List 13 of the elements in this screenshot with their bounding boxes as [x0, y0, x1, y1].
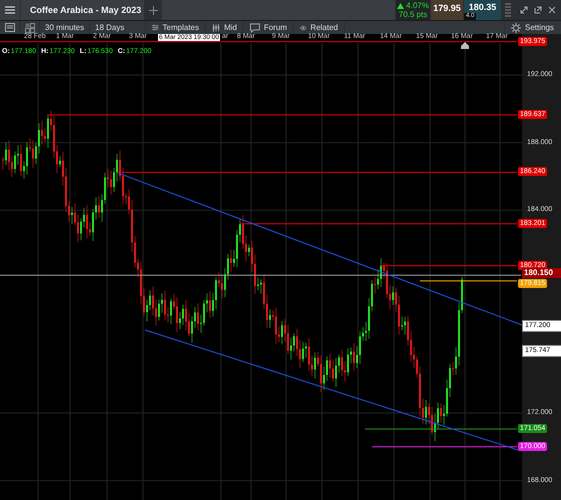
- range-button[interactable]: 18 Days: [90, 21, 145, 34]
- interval-button[interactable]: 30 minutes: [40, 21, 89, 34]
- change-points: 70.5 pts: [398, 10, 428, 19]
- instrument-title: Coffee Arabica - May 2023: [30, 5, 142, 15]
- settings-button[interactable]: Settings: [505, 21, 561, 34]
- change-percent: 4.07%: [406, 1, 429, 10]
- forum-button[interactable]: Forum: [244, 21, 293, 34]
- price-badge: 180.150: [522, 268, 561, 278]
- templates-button[interactable]: Templates: [146, 21, 205, 34]
- mid-button[interactable]: Mid: [206, 21, 243, 34]
- sell-price-button[interactable]: 179.95: [431, 0, 463, 20]
- instrument-tab[interactable]: Coffee Arabica - May 2023: [21, 0, 144, 20]
- related-button[interactable]: Related: [294, 21, 344, 34]
